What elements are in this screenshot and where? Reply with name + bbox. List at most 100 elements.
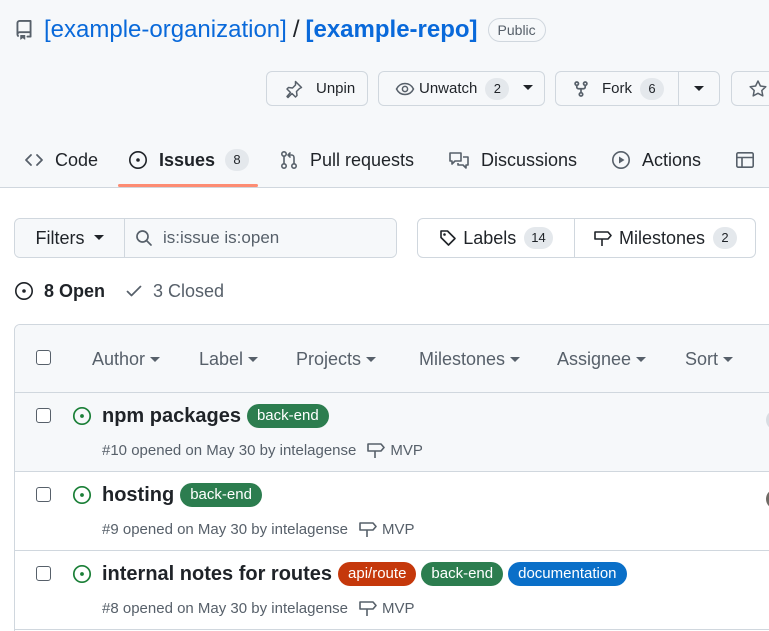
repo-forked-icon [572,80,590,98]
labels-count: 14 [524,227,553,249]
check-icon [125,282,143,300]
open-count-label: 8 Open [44,280,106,301]
search-field [125,219,396,257]
tag-icon [439,229,457,247]
chevron-down-icon [248,356,259,362]
visibility-badge: Public [487,18,546,42]
chevron-down-icon [366,356,377,362]
issue-row[interactable]: hosting back-end #9 opened on May 30 by … [15,472,769,551]
issue-opened-icon [72,406,92,426]
label-back-end[interactable]: back-end [180,483,262,507]
issue-opened-icon [72,485,92,505]
issue-title-line: internal notes for routes api/route back… [102,562,632,586]
repo-title: [example-organization] / [example-repo] … [14,14,546,46]
chevron-down-icon [694,86,705,91]
chevron-down-icon [510,356,521,362]
filters-label: Filters [35,227,85,248]
milestone-label: MVP [390,441,423,459]
unpin-label: Unpin [316,80,356,97]
tab-pull-requests[interactable]: Pull requests [279,132,414,188]
chevron-down-icon [636,356,647,362]
issue-title-line: npm packages back-end [102,404,334,428]
chevron-down-icon [723,356,734,362]
star-button[interactable] [731,71,769,106]
tab-issues[interactable]: Issues 8 [128,132,250,188]
milestone-icon [593,229,613,247]
sort-filter-label: Sort [685,349,719,369]
labels-milestones-group: Labels 14 Milestones 2 [417,218,756,258]
fork-label: Fork [602,80,632,97]
filters-dropdown-button[interactable]: Filters [15,219,125,257]
comment-discussion-icon [448,150,470,170]
milestones-button[interactable]: Milestones 2 [575,219,755,257]
issue-row[interactable]: npm packages back-end #10 opened on May … [15,393,769,472]
owner-link[interactable]: [example-organization] [44,16,287,44]
label-documentation[interactable]: documentation [508,562,627,586]
select-all-checkbox[interactable] [36,350,51,365]
issue-opened-icon [14,281,34,301]
tab-actions[interactable]: Actions [611,132,701,188]
assignee-filter[interactable]: Assignee [557,349,647,370]
issue-title-link[interactable]: internal notes for routes [102,563,332,586]
closed-issues-link[interactable]: 3 Closed [125,281,224,302]
fork-count: 6 [640,77,664,100]
play-icon [611,150,631,170]
milestone-link[interactable]: MVP [366,441,423,459]
issue-opened-icon [128,150,148,170]
tab-projects[interactable] [735,132,766,188]
milestones-filter[interactable]: Milestones [419,349,521,370]
unwatch-label: Unwatch [419,80,478,97]
search-input[interactable] [163,228,383,248]
fork-dropdown-button[interactable] [679,72,719,105]
unpin-button[interactable]: Unpin [266,71,368,106]
tab-discussions[interactable]: Discussions [448,132,577,188]
issue-state-toggle: 8 Open 3 Closed [14,278,224,304]
tab-code[interactable]: Code [24,132,98,188]
milestones-filter-label: Milestones [419,349,506,369]
issue-checkbox[interactable] [36,487,51,502]
label-filter[interactable]: Label [199,349,259,370]
labels-button[interactable]: Labels 14 [418,219,575,257]
milestone-link[interactable]: MVP [358,520,415,538]
milestones-label: Milestones [618,227,706,248]
issue-title-link[interactable]: npm packages [102,405,241,428]
fork-button[interactable]: Fork 6 [556,72,680,105]
tab-issues-label: Issues [159,149,216,170]
watch-count: 2 [485,77,510,100]
issue-title-link[interactable]: hosting [102,484,174,507]
repo-icon [14,20,34,40]
issue-row[interactable]: internal notes for routes api/route back… [15,551,769,630]
issue-checkbox[interactable] [36,566,51,581]
issue-opened-by: #9 opened on May 30 by intelagense [102,520,349,538]
code-icon [24,150,44,170]
fork-button-group: Fork 6 [555,71,720,106]
repo-header: [example-organization] / [example-repo] … [0,0,769,188]
unwatch-button[interactable]: Unwatch 2 [378,71,545,106]
projects-filter[interactable]: Projects [296,349,377,370]
milestone-link[interactable]: MVP [358,599,415,617]
active-tab-indicator [118,184,258,187]
issues-count: 8 [225,149,250,171]
tab-code-label: Code [55,149,99,170]
issue-filter-bar: Filters [14,218,397,258]
issues-list: Author Label Projects Milestones Assigne… [14,324,769,631]
repo-name-link[interactable]: [example-repo] [305,16,477,44]
eye-icon [395,79,415,99]
issue-checkbox[interactable] [36,408,51,423]
path-separator: / [292,16,300,43]
issue-opened-icon [72,564,92,584]
tab-pull-requests-label: Pull requests [310,149,415,170]
tab-actions-label: Actions [642,149,702,170]
label-back-end[interactable]: back-end [421,562,504,586]
sort-filter[interactable]: Sort [685,349,734,370]
repo-tabs: Code Issues 8 Pull requests Discussions [0,132,769,188]
labels-label: Labels [463,227,517,248]
label-api-route[interactable]: api/route [338,562,417,586]
issue-meta: #8 opened on May 30 by intelagense MVP [102,599,415,617]
open-issues-link[interactable]: 8 Open [14,281,105,302]
milestone-icon [366,441,386,459]
chevron-down-icon [523,85,534,90]
issue-opened-by: #10 opened on May 30 by intelagense [102,441,357,459]
author-filter[interactable]: Author [92,349,161,370]
label-back-end[interactable]: back-end [246,404,329,428]
